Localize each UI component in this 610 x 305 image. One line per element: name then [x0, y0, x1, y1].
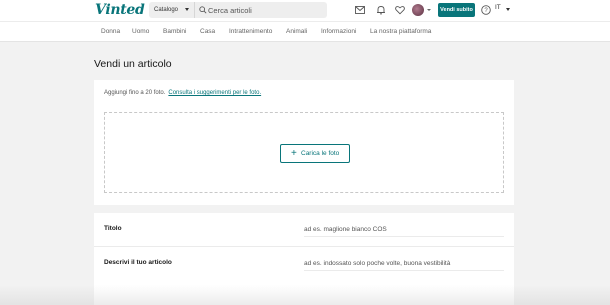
search-bar: Catalogo [149, 2, 327, 18]
title-row: Titolo [94, 213, 514, 247]
vinted-logo[interactable]: Vinted [95, 2, 145, 18]
bell-icon[interactable] [376, 5, 386, 15]
catalog-dropdown[interactable]: Catalogo [149, 2, 195, 18]
language-selector[interactable]: IT [495, 4, 501, 11]
search-input[interactable] [208, 2, 323, 18]
title-input[interactable] [304, 223, 504, 237]
mail-icon[interactable] [355, 5, 365, 15]
heart-icon[interactable] [395, 5, 405, 15]
photo-upload-card: Aggiungi fino a 20 foto. Consulta i sugge… [94, 80, 514, 205]
upload-photos-label: Carica le foto [301, 150, 340, 157]
top-header: Vinted Catalogo Vendi subito ? IT [0, 0, 610, 21]
description-input[interactable] [304, 257, 504, 271]
search-icon [199, 6, 207, 14]
description-row: Descrivi il tuo articolo [94, 247, 514, 281]
description-label: Descrivi il tuo articolo [104, 259, 172, 266]
upload-hint-text: Aggiungi fino a 20 foto. [104, 90, 166, 96]
catalog-label: Catalogo [154, 7, 179, 13]
svg-text:?: ? [484, 8, 488, 14]
photo-tips-link[interactable]: Consulta i suggerimenti per le foto. [168, 90, 261, 96]
upload-hint: Aggiungi fino a 20 foto. Consulta i sugge… [104, 90, 261, 96]
sell-now-button[interactable]: Vendi subito [438, 3, 475, 17]
plus-icon: + [291, 148, 297, 159]
avatar[interactable] [412, 4, 424, 16]
nav-item-uomo[interactable]: Uomo [132, 22, 149, 42]
nav-item-la-nostra-piattaforma[interactable]: La nostra piattaforma [370, 22, 431, 42]
photo-dropzone[interactable]: + Carica le foto [104, 112, 504, 193]
nav-item-bambini[interactable]: Bambini [163, 22, 186, 42]
nav-item-donna[interactable]: Donna [101, 22, 120, 42]
chevron-down-icon[interactable] [427, 9, 431, 11]
nav-item-animali[interactable]: Animali [286, 22, 307, 42]
chevron-down-icon[interactable] [506, 8, 510, 11]
page-title: Vendi un articolo [94, 58, 172, 70]
help-icon[interactable]: ? [481, 5, 491, 15]
category-nav: Donna Uomo Bambini Casa Intrattenimento … [0, 21, 610, 42]
chevron-down-icon [185, 8, 189, 11]
upload-photos-button[interactable]: + Carica le foto [280, 144, 350, 163]
nav-item-informazioni[interactable]: Informazioni [321, 22, 356, 42]
nav-item-intrattenimento[interactable]: Intrattenimento [229, 22, 272, 42]
item-details-card: Titolo Descrivi il tuo articolo [94, 213, 514, 305]
title-label: Titolo [104, 225, 122, 232]
nav-item-casa[interactable]: Casa [200, 22, 215, 42]
